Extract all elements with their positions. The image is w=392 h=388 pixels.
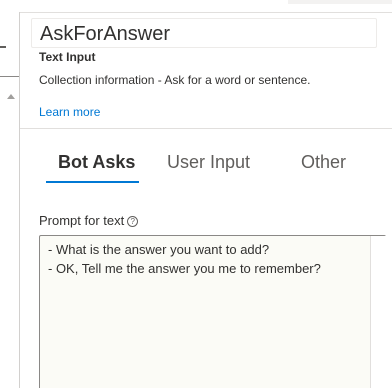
prompt-text-editor[interactable]: - What is the answer you want to add? - … [39, 235, 386, 388]
node-type-label: Text Input [39, 50, 96, 64]
dialog-title-input[interactable]: AskForAnswer [31, 18, 377, 48]
active-tab-indicator [46, 181, 139, 183]
header-divider [20, 128, 392, 129]
left-pane [0, 12, 20, 388]
top-bar-tab-area [288, 0, 392, 4]
prompt-label-text: Prompt for text [39, 213, 125, 228]
left-editor-area [0, 76, 19, 388]
tab-user-input[interactable]: User Input [167, 152, 250, 173]
collapse-marker-icon[interactable] [0, 46, 6, 48]
info-icon[interactable]: ? [127, 216, 139, 227]
node-description: Collection information - Ask for a word … [39, 73, 311, 87]
scroll-up-arrow-icon[interactable] [7, 94, 15, 99]
tab-other[interactable]: Other [301, 152, 346, 173]
prompt-label: Prompt for text? [39, 213, 139, 228]
tab-bot-asks[interactable]: Bot Asks [58, 152, 135, 173]
prompt-line: - What is the answer you want to add? [48, 242, 270, 257]
learn-more-link[interactable]: Learn more [39, 105, 100, 119]
properties-panel: AskForAnswer Text Input Collection infor… [0, 0, 392, 388]
prompt-line: - OK, Tell me the answer you me to remem… [48, 261, 321, 276]
editor-scrollbar[interactable] [370, 236, 386, 388]
